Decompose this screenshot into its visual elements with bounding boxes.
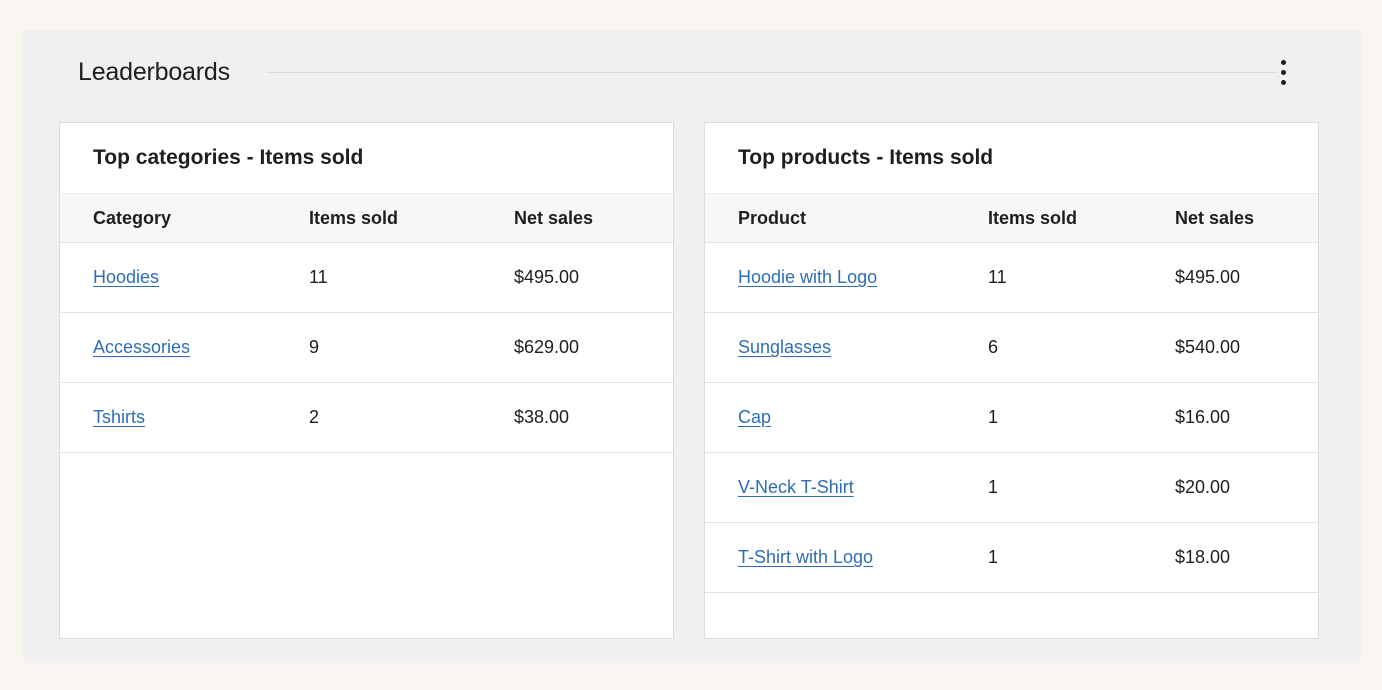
- section-title: Leaderboards: [78, 57, 230, 86]
- net-sales-value: $18.00: [1175, 547, 1231, 567]
- column-header-net-sales: Net sales: [1175, 207, 1255, 228]
- column-header-category: Category: [93, 207, 172, 228]
- table-row: Sunglasses 6 $540.00: [705, 313, 1318, 383]
- section-header: Leaderboards: [78, 54, 1298, 90]
- table-row: T-Shirt with Logo 1 $18.00: [705, 523, 1318, 593]
- product-link[interactable]: T-Shirt with Logo: [738, 547, 873, 567]
- table-header-row: Category Items sold Net sales: [60, 194, 673, 243]
- net-sales-value: $495.00: [514, 267, 580, 287]
- net-sales-value: $629.00: [514, 337, 580, 357]
- table-row: Tshirts 2 $38.00: [60, 383, 673, 453]
- section-divider: [266, 71, 1278, 73]
- column-header-net-sales: Net sales: [514, 207, 594, 228]
- net-sales-value: $16.00: [1175, 407, 1231, 427]
- table-row: Accessories 9 $629.00: [60, 313, 673, 383]
- card-title: Top products - Items sold: [705, 123, 1318, 194]
- category-link[interactable]: Hoodies: [93, 267, 159, 287]
- items-sold-value: 1: [988, 547, 999, 567]
- product-link[interactable]: Cap: [738, 407, 771, 427]
- category-link[interactable]: Accessories: [93, 337, 190, 357]
- items-sold-value: 2: [309, 407, 320, 427]
- table-header-row: Product Items sold Net sales: [705, 194, 1318, 243]
- more-options-icon[interactable]: [1271, 56, 1295, 88]
- items-sold-value: 1: [988, 477, 999, 497]
- menu-dot: [1280, 69, 1286, 75]
- items-sold-value: 9: [309, 337, 320, 357]
- items-sold-value: 11: [988, 267, 1007, 287]
- items-sold-value: 6: [988, 337, 999, 357]
- table-row: Cap 1 $16.00: [705, 383, 1318, 453]
- column-header-items-sold: Items sold: [309, 207, 399, 228]
- net-sales-value: $38.00: [514, 407, 570, 427]
- column-header-items-sold: Items sold: [988, 207, 1078, 228]
- net-sales-value: $495.00: [1175, 267, 1241, 287]
- table-row: Hoodie with Logo 11 $495.00: [705, 243, 1318, 313]
- leaderboards-section: Leaderboards Top categories - Items sold…: [23, 30, 1361, 661]
- category-link[interactable]: Tshirts: [93, 407, 145, 427]
- column-header-product: Product: [738, 207, 807, 228]
- menu-dot: [1280, 59, 1286, 65]
- items-sold-value: 1: [988, 407, 999, 427]
- product-link[interactable]: Hoodie with Logo: [738, 267, 877, 287]
- table-row: Hoodies 11 $495.00: [60, 243, 673, 313]
- net-sales-value: $540.00: [1175, 337, 1241, 357]
- product-link[interactable]: Sunglasses: [738, 337, 831, 357]
- table-row: V-Neck T-Shirt 1 $20.00: [705, 453, 1318, 523]
- top-products-card: Top products - Items sold Product Items …: [704, 122, 1319, 639]
- net-sales-value: $20.00: [1175, 477, 1231, 497]
- top-categories-card: Top categories - Items sold Category Ite…: [59, 122, 674, 639]
- items-sold-value: 11: [309, 267, 328, 287]
- menu-dot: [1280, 79, 1286, 85]
- card-title: Top categories - Items sold: [60, 123, 673, 194]
- product-link[interactable]: V-Neck T-Shirt: [738, 477, 854, 497]
